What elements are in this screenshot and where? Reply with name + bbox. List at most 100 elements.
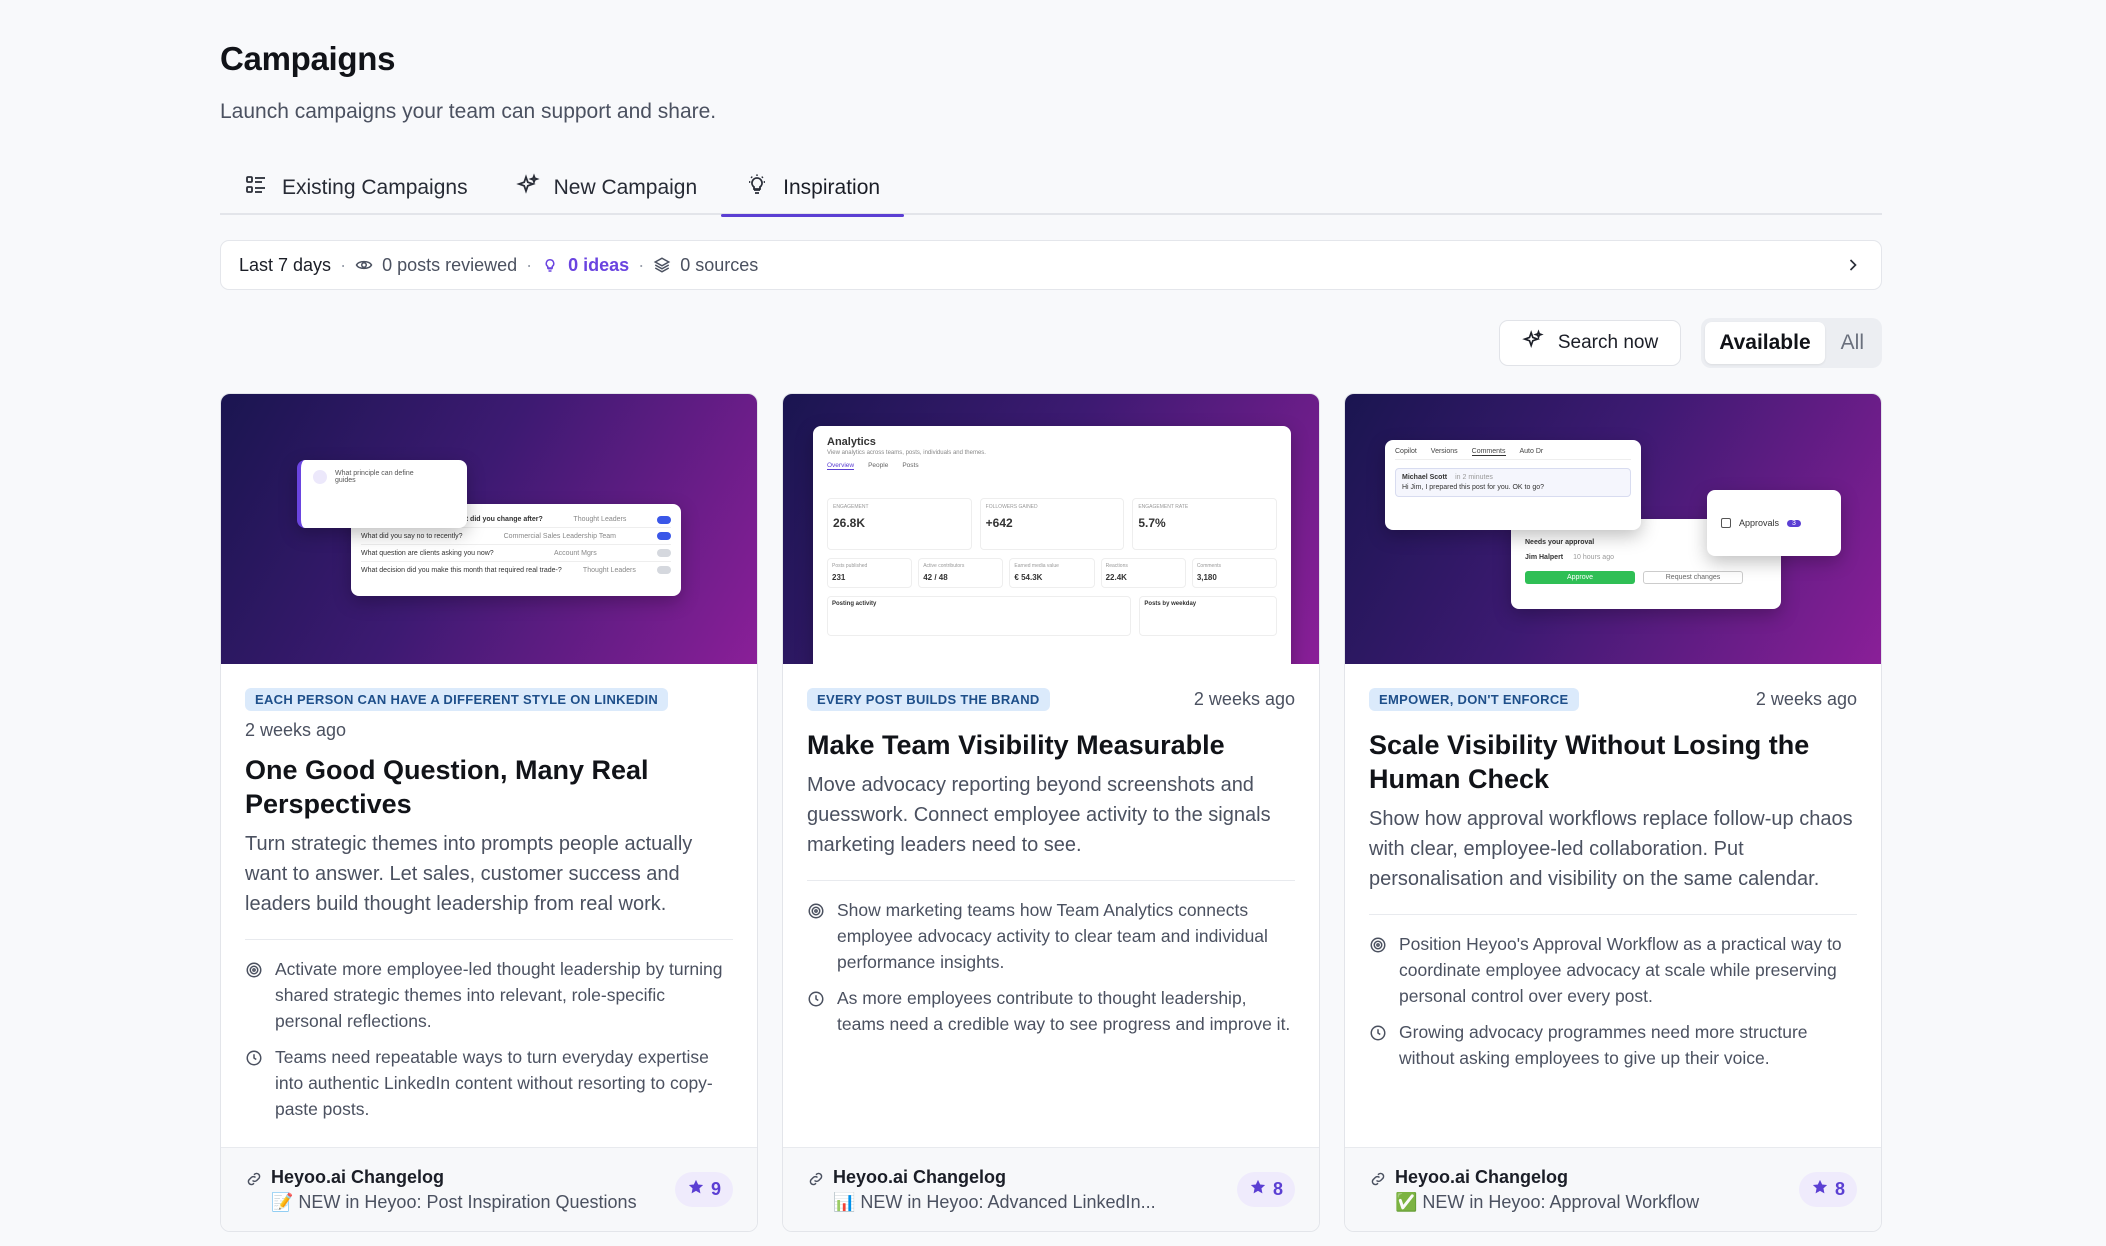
lightbulb-icon: [541, 256, 559, 274]
mini-value: 22.4K: [1105, 573, 1127, 582]
card-source[interactable]: Heyoo.ai Changelog ✅ NEW in Heyoo: Appro…: [1345, 1147, 1881, 1231]
mock-approve-button: Approve: [1525, 571, 1635, 584]
link-icon: [1369, 1170, 1387, 1188]
chevron-right-icon: [1843, 255, 1863, 275]
filter-all[interactable]: All: [1827, 322, 1878, 364]
tab-label: Inspiration: [783, 175, 881, 199]
card-meta-row: Empower, don't enforce 2 weeks ago: [1369, 687, 1857, 711]
card-source[interactable]: Heyoo.ai Changelog 📝 NEW in Heyoo: Post …: [221, 1147, 757, 1231]
tab-new-campaign[interactable]: New Campaign: [492, 160, 722, 215]
mock-approver: Jim Halpert: [1525, 554, 1564, 561]
kpi-value: 5.7%: [1138, 516, 1166, 530]
mini-value: 3,180: [1196, 573, 1217, 582]
mock-tab: People: [868, 462, 889, 469]
source-info: Heyoo.ai Changelog 📊 NEW in Heyoo: Advan…: [833, 1167, 1237, 1213]
toggle-icon: [657, 566, 671, 574]
mock-time: 10 hours ago: [1573, 554, 1614, 561]
target-icon: [245, 956, 263, 1034]
score-value: 8: [1272, 1179, 1283, 1199]
source-post: 📝 NEW in Heyoo: Post Inspiration Questio…: [271, 1191, 637, 1212]
sources-count: 0 sources: [680, 254, 759, 275]
period-label: Last 7 days: [239, 254, 332, 275]
weekday-panel: Posts by weekday: [1139, 596, 1277, 636]
card-time: 2 weeks ago: [1193, 688, 1295, 709]
mock-tag: Account Mgrs: [553, 549, 597, 557]
layers-icon: [653, 256, 671, 274]
source-name: Heyoo.ai Changelog: [1395, 1166, 1569, 1187]
search-now-button[interactable]: Search now: [1498, 320, 1682, 366]
panel-title: Posts by weekday: [1144, 601, 1197, 607]
card-timing: Growing advocacy programmes need more st…: [1369, 1019, 1857, 1071]
kpi-value: 26.8K: [833, 516, 866, 530]
score-badge: 8: [1236, 1172, 1295, 1207]
mini-value: 231: [832, 573, 846, 582]
mock-tab: Posts: [902, 462, 919, 469]
separator-dot: ·: [340, 254, 347, 275]
mock-question: What question are clients asking you now…: [361, 549, 494, 557]
toolbar-actions: Search now Available All: [1498, 318, 1882, 368]
goal-text: Show marketing teams how Team Analytics …: [837, 900, 1268, 972]
score-badge: 8: [1798, 1172, 1857, 1207]
card-body: Empower, don't enforce 2 weeks ago Scale…: [1345, 664, 1881, 1081]
approval-icon: [1721, 518, 1731, 528]
score-value: 9: [710, 1179, 721, 1199]
mock-tab: Overview: [827, 462, 855, 470]
mini-value: 42 / 48: [923, 573, 948, 582]
theme-badge: Every post builds the brand: [807, 687, 1050, 711]
goal-text: Activate more employee-led thought leade…: [275, 959, 723, 1031]
tab-label: New Campaign: [553, 175, 698, 199]
theme-badge: Each person can have a different style o…: [245, 687, 669, 711]
inspiration-card[interactable]: What did you change after? Thought Leade…: [220, 393, 758, 1232]
inspiration-summary-bar[interactable]: Last 7 days · 0 posts reviewed · 0 ideas…: [220, 240, 1882, 290]
tab-bar: Existing Campaigns New Campaign Inspirat…: [220, 160, 1882, 217]
filter-available[interactable]: Available: [1705, 322, 1825, 364]
sparkles-icon: [1522, 329, 1544, 357]
mini-label: Reactions: [1105, 563, 1128, 569]
card-time: 2 weeks ago: [1755, 688, 1857, 709]
score-value: 8: [1834, 1179, 1845, 1199]
card-hero-image: Needs your approval Jim Halpert 10 hours…: [1345, 394, 1881, 664]
toggle-icon: [657, 532, 671, 540]
mini-kpi: Comments 3,180: [1191, 558, 1278, 588]
clock-icon: [245, 1044, 263, 1122]
card-title: Scale Visibility Without Losing the Huma…: [1369, 730, 1810, 794]
toggle-icon: [656, 515, 671, 524]
score-badge: 9: [674, 1172, 733, 1207]
card-description: Move advocacy reporting beyond screensho…: [807, 774, 1271, 856]
mock-heading: Analytics: [827, 436, 876, 448]
card-source[interactable]: Heyoo.ai Changelog 📊 NEW in Heyoo: Advan…: [783, 1147, 1319, 1231]
analytics-dashboard-mockup: Analytics View analytics across teams, p…: [813, 426, 1291, 664]
inspiration-card[interactable]: Analytics View analytics across teams, p…: [782, 393, 1320, 1232]
search-now-label: Search now: [1557, 332, 1659, 353]
target-icon: [807, 897, 825, 975]
posts-reviewed-count: 0 posts reviewed: [382, 254, 518, 275]
card-timing: As more employees contribute to thought …: [807, 985, 1295, 1037]
mock-question: What decision did you make this month th…: [361, 566, 562, 574]
approvals-widget-mockup: Approvals 3: [1707, 490, 1841, 556]
clock-icon: [807, 985, 825, 1037]
panel-title: Posting activity: [832, 601, 877, 607]
card-goal: Activate more employee-led thought leade…: [245, 956, 733, 1034]
divider: [245, 939, 733, 940]
mini-kpi: Active contributors 42 / 48: [918, 558, 1004, 588]
bulb-icon: [313, 470, 327, 484]
mini-label: Active contributors: [923, 563, 965, 569]
mock-tag: Thought Leaders: [573, 516, 627, 523]
mock-tag: Thought Leaders: [582, 566, 636, 574]
tab-inspiration[interactable]: Inspiration: [721, 160, 904, 217]
mini-kpi: Earned media value € 54.3K: [1009, 558, 1095, 588]
source-name: Heyoo.ai Changelog: [833, 1166, 1007, 1187]
card-title: One Good Question, Many Real Perspective…: [245, 755, 649, 819]
inspiration-card[interactable]: Needs your approval Jim Halpert 10 hours…: [1344, 393, 1882, 1232]
target-icon: [1369, 931, 1387, 1009]
timing-text: Growing advocacy programmes need more st…: [1399, 1022, 1808, 1068]
star-icon: [687, 1178, 705, 1201]
sparkles-icon: [515, 172, 540, 203]
inspiration-cards: What did you change after? Thought Leade…: [220, 393, 1882, 1232]
divider: [807, 880, 1295, 881]
kpi-card: ENGAGEMENT 26.8K: [827, 498, 972, 550]
source-info: Heyoo.ai Changelog 📝 NEW in Heyoo: Post …: [271, 1167, 675, 1213]
timing-text: Teams need repeatable ways to turn every…: [275, 1047, 713, 1119]
tab-existing-campaigns[interactable]: Existing Campaigns: [220, 160, 492, 215]
card-title: Make Team Visibility Measurable: [807, 730, 1225, 760]
